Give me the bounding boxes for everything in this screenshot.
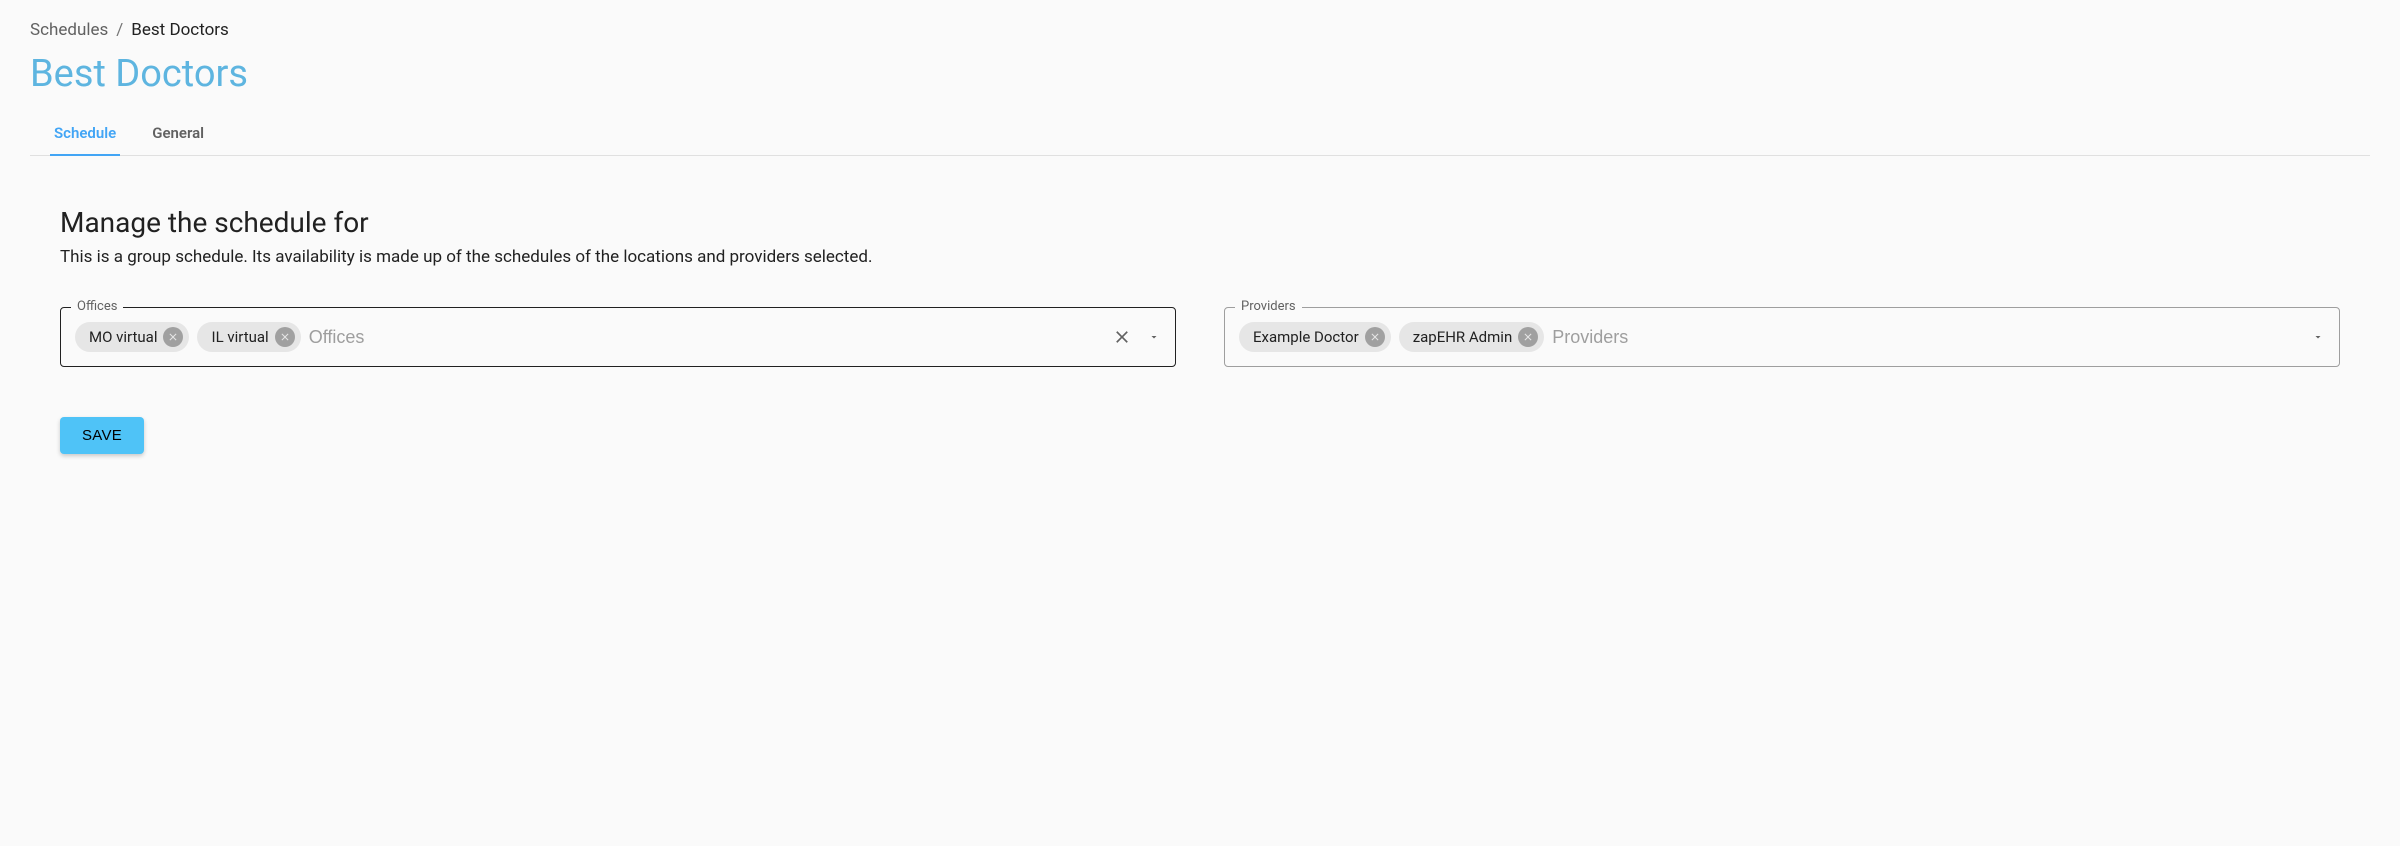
office-chip: IL virtual <box>197 322 300 352</box>
close-icon[interactable] <box>163 327 183 347</box>
close-icon[interactable] <box>275 327 295 347</box>
tab-general[interactable]: General <box>148 114 208 156</box>
chevron-down-icon[interactable] <box>1143 326 1165 348</box>
breadcrumb-parent-link[interactable]: Schedules <box>30 20 108 40</box>
close-icon[interactable] <box>1365 327 1385 347</box>
office-chip: MO virtual <box>75 322 189 352</box>
provider-chip: Example Doctor <box>1239 322 1391 352</box>
provider-chip-label: Example Doctor <box>1253 328 1359 346</box>
section-heading: Manage the schedule for <box>60 206 2340 239</box>
offices-input[interactable] <box>309 327 1161 348</box>
save-button[interactable]: SAVE <box>60 417 144 454</box>
tab-schedule[interactable]: Schedule <box>50 114 120 156</box>
breadcrumb-separator: / <box>116 20 123 40</box>
offices-field[interactable]: Offices MO virtual IL virtual <box>60 307 1176 367</box>
clear-icon[interactable] <box>1111 326 1133 348</box>
fields-row: Offices MO virtual IL virtual <box>60 307 2340 367</box>
offices-label: Offices <box>71 299 123 314</box>
page-title: Best Doctors <box>30 52 2370 96</box>
section-description: This is a group schedule. Its availabili… <box>60 247 2340 267</box>
breadcrumb-current: Best Doctors <box>131 20 229 40</box>
close-icon[interactable] <box>1518 327 1538 347</box>
providers-field-wrapper: Providers Example Doctor zapEHR Admin <box>1224 307 2340 367</box>
provider-chip: zapEHR Admin <box>1399 322 1545 352</box>
offices-field-wrapper: Offices MO virtual IL virtual <box>60 307 1176 367</box>
office-chip-label: MO virtual <box>89 328 157 346</box>
content: Manage the schedule for This is a group … <box>30 156 2370 484</box>
providers-field[interactable]: Providers Example Doctor zapEHR Admin <box>1224 307 2340 367</box>
providers-input[interactable] <box>1552 327 2325 348</box>
breadcrumb: Schedules / Best Doctors <box>30 20 2370 40</box>
chevron-down-icon[interactable] <box>2307 326 2329 348</box>
providers-actions <box>2307 326 2329 348</box>
tabs: Schedule General <box>30 114 2370 156</box>
provider-chip-label: zapEHR Admin <box>1413 328 1513 346</box>
office-chip-label: IL virtual <box>211 328 268 346</box>
offices-actions <box>1111 326 1165 348</box>
providers-label: Providers <box>1235 299 1302 314</box>
